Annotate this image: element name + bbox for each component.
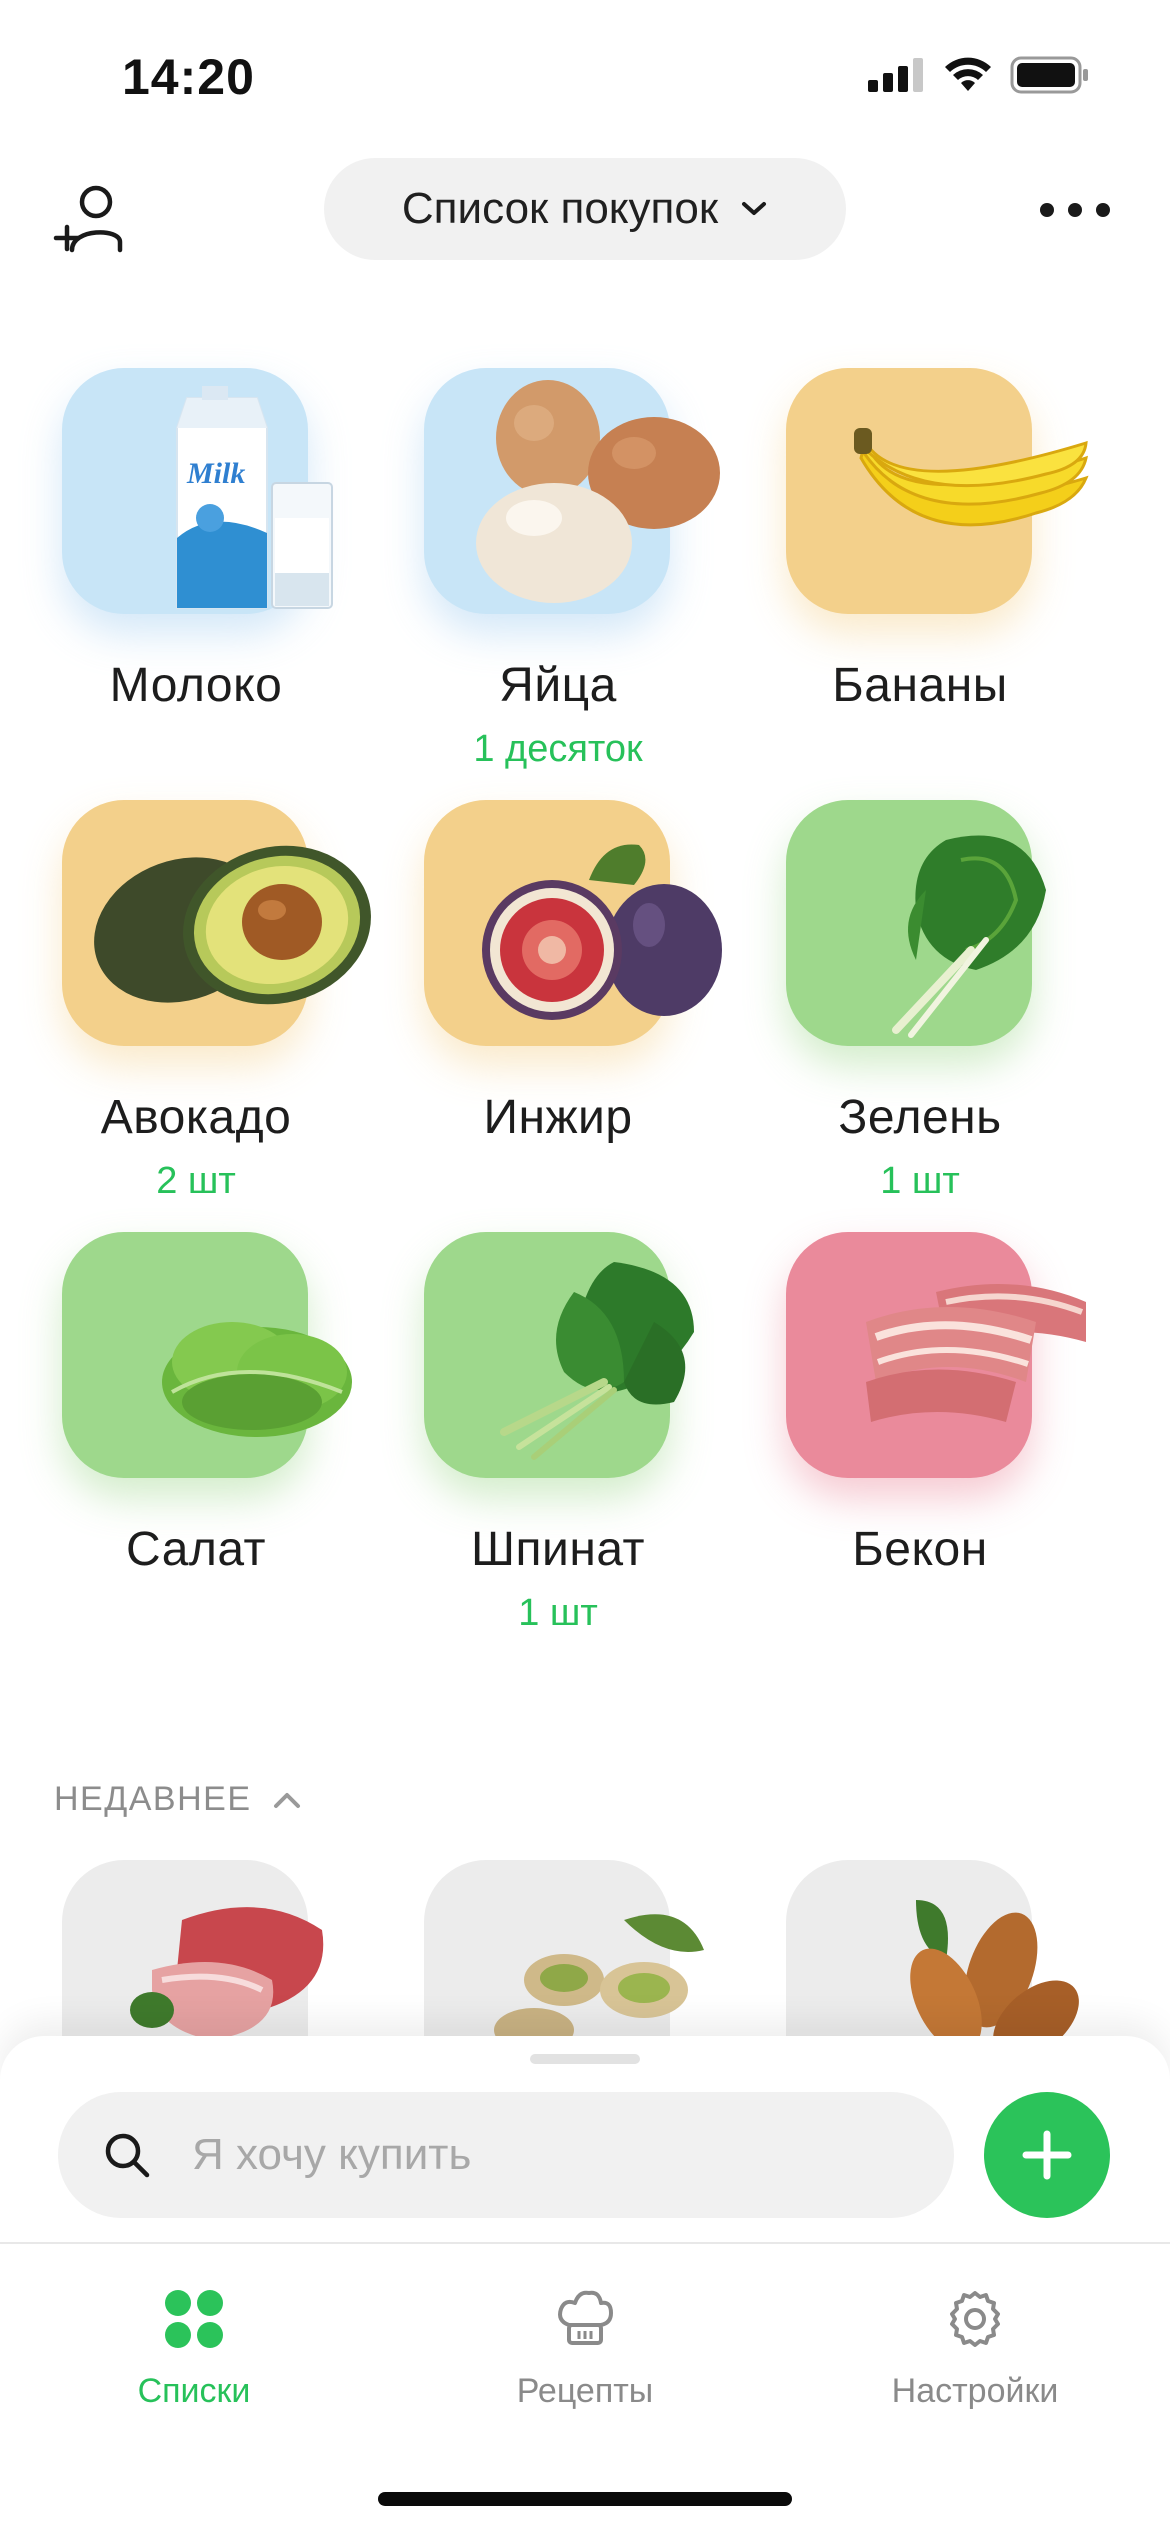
chef-hat-icon xyxy=(558,2290,613,2345)
milk-icon: Milk xyxy=(176,386,333,609)
search-input[interactable]: Я хочу купить xyxy=(58,2092,954,2218)
wifi-icon xyxy=(945,57,991,91)
chevron-up-icon xyxy=(273,1792,300,1808)
tab-settings[interactable]: Настройки xyxy=(845,2284,1105,2411)
item-quantity: 1 десяток xyxy=(473,728,643,770)
more-options-button[interactable] xyxy=(1040,200,1110,220)
pistachio-icon xyxy=(494,1914,704,2040)
item-quantity: 1 шт xyxy=(518,1592,598,1634)
more-dot xyxy=(1040,203,1054,217)
gear-icon xyxy=(950,2291,1000,2347)
recent-items-row xyxy=(0,1860,1170,2040)
status-time: 14:20 xyxy=(122,49,255,105)
plus-icon xyxy=(1022,2130,1072,2180)
item-name: Бекон xyxy=(852,1523,988,1576)
cellular-signal-icon xyxy=(868,58,923,92)
item-quantity: 1 шт xyxy=(880,1160,960,1202)
tab-label: Настройки xyxy=(891,2372,1059,2410)
chard-icon xyxy=(892,835,1046,1038)
avocado-icon xyxy=(94,845,371,1005)
header: Список покупок xyxy=(0,150,1170,280)
banana-icon xyxy=(854,428,1089,527)
list-selector-dropdown[interactable]: Список покупок xyxy=(324,158,846,260)
bottom-panel: Я хочу купить Списки Рецепты Настройки xyxy=(0,2036,1170,2532)
tab-bar: Списки Рецепты Настройки xyxy=(0,2244,1170,2444)
meat-icon xyxy=(130,1907,324,2040)
status-bar: 14:20 xyxy=(0,0,1170,150)
status-icons xyxy=(868,56,1090,94)
eggs-icon xyxy=(476,380,720,603)
more-dot xyxy=(1068,203,1082,217)
list-title: Список покупок xyxy=(401,184,719,233)
add-user-icon xyxy=(53,185,123,253)
item-quantity: 2 шт xyxy=(156,1160,236,1202)
add-user-button[interactable] xyxy=(50,180,130,260)
item-name: Бананы xyxy=(832,659,1008,712)
lettuce-icon xyxy=(162,1322,352,1437)
chevron-down-icon xyxy=(742,202,767,215)
svg-text:Milk: Milk xyxy=(186,457,245,490)
spinach-icon xyxy=(500,1262,694,1460)
item-name: Зелень xyxy=(838,1091,1002,1144)
tab-lists[interactable]: Списки xyxy=(64,2284,324,2411)
item-name: Молоко xyxy=(109,659,283,712)
search-placeholder: Я хочу купить xyxy=(192,2130,472,2179)
recent-section-toggle[interactable]: НЕДАВНЕЕ xyxy=(54,1780,302,1819)
sheet-grabber[interactable] xyxy=(530,2054,640,2064)
add-item-button[interactable] xyxy=(984,2092,1110,2218)
item-name: Авокадо xyxy=(100,1091,292,1144)
item-name: Яйца xyxy=(499,659,617,712)
tab-label: Рецепты xyxy=(516,2372,654,2410)
battery-icon xyxy=(1010,56,1088,94)
home-indicator[interactable] xyxy=(378,2492,792,2506)
fig-icon xyxy=(482,844,722,1020)
item-name: Шпинат xyxy=(471,1523,645,1576)
bacon-icon xyxy=(866,1284,1086,1422)
tab-recipes[interactable]: Рецепты xyxy=(455,2284,715,2411)
more-dot xyxy=(1096,203,1110,217)
item-name: Салат xyxy=(125,1523,267,1576)
recent-section-label: НЕДАВНЕЕ xyxy=(54,1780,252,1818)
tab-label: Списки xyxy=(137,2372,251,2410)
almond-icon xyxy=(910,1900,1079,2040)
search-icon xyxy=(105,2133,150,2178)
grid-icon xyxy=(165,2290,223,2348)
item-name: Инжир xyxy=(483,1091,633,1144)
